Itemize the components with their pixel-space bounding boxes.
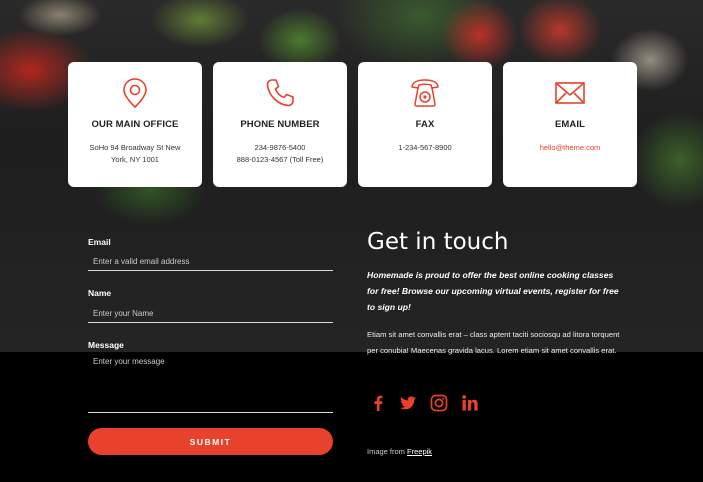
fax-numbers: 1-234-567-8900 xyxy=(364,142,486,154)
phone-number-1: 234-9876-5400 xyxy=(254,143,306,152)
office-address: SoHo 94 Broadway St New York, NY 1001 xyxy=(74,142,196,166)
fax-number: 1-234-567-8900 xyxy=(398,143,452,152)
facebook-icon[interactable] xyxy=(369,394,387,412)
phone-title: PHONE NUMBER xyxy=(240,119,320,130)
email-address[interactable]: hello@theme.com xyxy=(509,142,631,154)
name-input[interactable] xyxy=(88,304,333,323)
email-label: Email xyxy=(88,237,111,247)
fax-title: FAX xyxy=(415,119,435,130)
get-in-touch-heading: Get in touch xyxy=(367,229,509,255)
phone-number-2: 888-0123-4567 (Toll Free) xyxy=(236,155,324,164)
phone-card: PHONE NUMBER 234-9876-5400 888-0123-4567… xyxy=(213,62,347,187)
office-address-line-1: SoHo 94 Broadway St New xyxy=(89,143,181,152)
image-credit: Image from Freepik xyxy=(367,447,432,456)
message-label: Message xyxy=(88,340,124,350)
freepik-link[interactable]: Freepik xyxy=(407,447,432,456)
office-card: OUR MAIN OFFICE SoHo 94 Broadway St New … xyxy=(68,62,202,187)
office-title: OUR MAIN OFFICE xyxy=(91,119,179,130)
image-credit-prefix: Image from xyxy=(367,447,405,456)
intro-body-text: Etiam sit amet convallis erat – class ap… xyxy=(367,330,620,355)
twitter-icon[interactable] xyxy=(399,394,417,412)
envelope-icon xyxy=(555,82,585,104)
fax-card: FAX 1-234-567-8900 xyxy=(358,62,492,187)
email-card: EMAIL hello@theme.com xyxy=(503,62,637,187)
message-field-frame xyxy=(88,355,333,413)
name-label: Name xyxy=(88,288,112,298)
email-input[interactable] xyxy=(88,252,333,271)
submit-button[interactable]: SUBMIT xyxy=(88,428,333,455)
email-title: EMAIL xyxy=(554,119,586,130)
linkedin-icon[interactable] xyxy=(461,394,479,412)
email-address-link[interactable]: hello@theme.com xyxy=(509,142,631,154)
phone-icon xyxy=(266,79,294,107)
phone-numbers: 234-9876-5400 888-0123-4567 (Toll Free) xyxy=(219,142,341,166)
map-pin-icon xyxy=(123,78,147,109)
intro-lead-text: Homemade is proud to offer the best onli… xyxy=(367,270,619,312)
office-address-line-2: York, NY 1001 xyxy=(111,155,159,164)
fax-icon xyxy=(411,79,439,107)
message-textarea[interactable] xyxy=(88,355,333,411)
instagram-icon[interactable] xyxy=(430,394,448,412)
